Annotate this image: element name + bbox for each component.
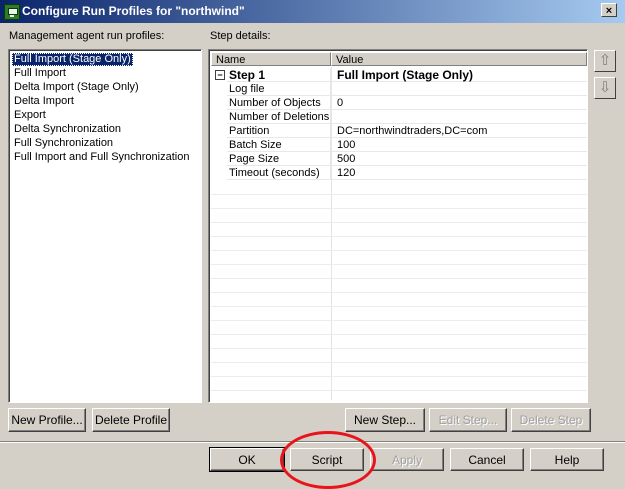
profile-item[interactable]: Delta Import (12, 95, 76, 108)
edit-step-button[interactable]: Edit Step... (429, 408, 507, 432)
profile-item[interactable]: Full Import (12, 67, 68, 80)
grid-line (211, 390, 587, 391)
property-name: Batch Size (227, 138, 331, 152)
property-name: Number of Deletions (227, 110, 331, 124)
new-step-button[interactable]: New Step... (345, 408, 425, 432)
table-row[interactable]: Batch Size 100 (211, 138, 587, 152)
table-row[interactable]: Timeout (seconds) 120 (211, 166, 587, 180)
ok-button[interactable]: OK (209, 447, 285, 472)
property-value (331, 82, 587, 96)
grid-line (211, 334, 587, 335)
property-name: Log file (227, 82, 331, 96)
property-name: Timeout (seconds) (227, 166, 331, 180)
grid-line (211, 376, 587, 377)
window-title: Configure Run Profiles for "northwind" (22, 4, 245, 18)
grid-line (211, 348, 587, 349)
profile-item[interactable]: Export (12, 109, 48, 122)
table-row[interactable]: Page Size 500 (211, 152, 587, 166)
property-value: 120 (331, 166, 587, 180)
step-value: Full Import (Stage Only) (331, 68, 587, 82)
profile-item[interactable]: Full Import and Full Synchronization (12, 151, 191, 164)
help-button[interactable]: Help (530, 448, 604, 471)
profile-item[interactable]: Full Import (Stage Only) (12, 53, 133, 66)
grid-line (211, 320, 587, 321)
property-value (331, 110, 587, 124)
move-step-down-button[interactable]: ⇩ (594, 77, 616, 99)
apply-button[interactable]: Apply (370, 448, 444, 471)
grid-line (211, 208, 587, 209)
grid-line (211, 194, 587, 195)
grid-line (211, 278, 587, 279)
grid-line (211, 236, 587, 237)
profiles-label: Management agent run profiles: (9, 30, 165, 42)
title-bar: Configure Run Profiles for "northwind" × (0, 0, 625, 23)
profile-list[interactable]: Full Import (Stage Only) Full Import Del… (8, 49, 202, 403)
delete-profile-button[interactable]: Delete Profile (92, 408, 170, 432)
up-arrow-icon: ⇧ (598, 52, 612, 69)
profile-item[interactable]: Delta Synchronization (12, 123, 123, 136)
table-row[interactable]: Number of Objects 0 (211, 96, 587, 110)
table-row[interactable]: Number of Deletions (211, 110, 587, 124)
grid-header: Name Value (211, 52, 587, 67)
grid-line (211, 222, 587, 223)
collapse-icon[interactable]: − (215, 70, 225, 80)
cancel-button[interactable]: Cancel (450, 448, 524, 471)
property-name: Number of Objects (227, 96, 331, 110)
property-value: 500 (331, 152, 587, 166)
grid-line (211, 362, 587, 363)
close-button[interactable]: × (601, 3, 617, 17)
profile-item[interactable]: Full Synchronization (12, 137, 115, 150)
property-value: 100 (331, 138, 587, 152)
column-header-name[interactable]: Name (211, 52, 331, 66)
new-profile-button[interactable]: New Profile... (8, 408, 86, 432)
step-details-label: Step details: (210, 30, 271, 42)
step-row[interactable]: − Step 1 Full Import (Stage Only) (211, 68, 587, 82)
property-value: 0 (331, 96, 587, 110)
delete-step-button[interactable]: Delete Step (511, 408, 591, 432)
grid-line (211, 264, 587, 265)
grid-line (211, 292, 587, 293)
grid-line (211, 306, 587, 307)
column-header-value[interactable]: Value (331, 52, 587, 66)
app-icon (4, 4, 20, 20)
step-details-grid[interactable]: Name Value − Step 1 Full Import (Stage O… (208, 49, 588, 403)
table-row[interactable]: Log file (211, 82, 587, 96)
table-row[interactable]: Partition DC=northwindtraders,DC=com (211, 124, 587, 138)
property-name: Page Size (227, 152, 331, 166)
down-arrow-icon: ⇩ (598, 79, 612, 96)
step-name: Step 1 (227, 68, 331, 82)
annotation-circle (280, 431, 376, 489)
property-name: Partition (227, 124, 331, 138)
property-value: DC=northwindtraders,DC=com (331, 124, 587, 138)
profile-item[interactable]: Delta Import (Stage Only) (12, 81, 141, 94)
move-step-up-button[interactable]: ⇧ (594, 50, 616, 72)
grid-line (211, 250, 587, 251)
